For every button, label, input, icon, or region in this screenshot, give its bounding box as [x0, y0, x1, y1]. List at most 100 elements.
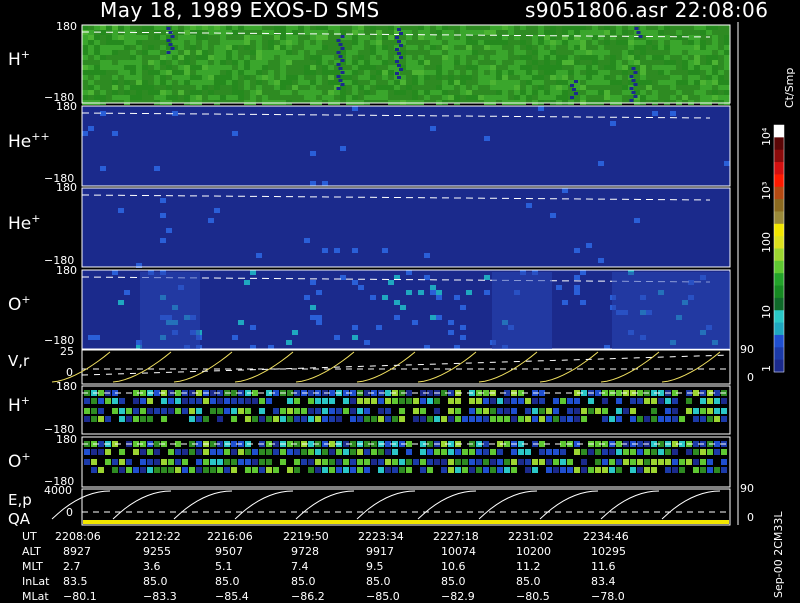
h-pitch-cell [581, 416, 587, 422]
h-pitch-cell [511, 416, 517, 422]
spectrogram-cell [484, 80, 490, 85]
spectrogram-cell [526, 65, 532, 70]
spectrogram-cell [616, 30, 622, 35]
spectrogram-cell [184, 80, 190, 85]
spectrogram-cell [316, 290, 322, 295]
spectrogram-cell [616, 40, 622, 45]
spectrogram-cell [652, 30, 658, 35]
spectrogram-cell [556, 40, 562, 45]
h-plus-streak [399, 44, 403, 47]
o-pitch-cell [224, 449, 230, 455]
right-tick-bottom: 0 [747, 511, 754, 524]
spectrogram-cell [106, 45, 112, 50]
spectrogram-cell [112, 131, 118, 136]
spectrogram-cell [574, 275, 580, 280]
spectrogram-cell [676, 35, 682, 40]
ephemeris-value: 11.6 [591, 560, 616, 573]
spectrogram-cell [298, 80, 304, 85]
spectrogram-cell [82, 35, 88, 40]
spectrogram-cell [640, 40, 646, 45]
spectrogram-cell [268, 75, 274, 80]
o-pitch-cell [280, 459, 286, 465]
ephemeris-value: 9917 [366, 545, 394, 558]
spectrogram-cell [232, 335, 238, 340]
spectrogram-cell [382, 45, 388, 50]
spectrogram-cell [280, 40, 286, 45]
spectrogram-cell [466, 40, 472, 45]
spectrogram-cell [118, 35, 124, 40]
spectrogram-cell [232, 90, 238, 95]
spectrogram-cell [628, 45, 634, 50]
spectrogram-cell [496, 25, 502, 30]
spectrogram-cell [328, 25, 334, 30]
o-pitch-cell [651, 449, 657, 455]
ephemeris-value: 3.6 [143, 560, 161, 573]
spectrogram-cell [418, 75, 424, 80]
spectrogram-cell [448, 50, 454, 55]
h-pitch-cell [560, 398, 566, 404]
o-pitch-cell [469, 459, 475, 465]
h-pitch-cell [287, 398, 293, 404]
spectrogram-cell [574, 65, 580, 70]
spectrogram-cell [556, 60, 562, 65]
spectrogram-cell [706, 85, 712, 90]
spectrogram-cell [214, 95, 220, 100]
h-plus-streak [170, 47, 175, 50]
spectrogram-cell [550, 65, 556, 70]
spectrogram-cell [94, 75, 100, 80]
o-pitch-cell [399, 467, 405, 473]
h-pitch-cell [651, 416, 657, 422]
o-pitch-cell [175, 449, 181, 455]
colorbar-tick: 10 [760, 305, 773, 319]
spectrogram-cell [112, 85, 118, 90]
spectrogram-cell [556, 95, 562, 100]
h-pitch-cell [154, 408, 160, 414]
h-pitch-cell [518, 416, 524, 422]
spectrogram-cell [250, 325, 256, 330]
spectrogram-cell [538, 55, 544, 60]
h-pitch-cell [119, 408, 125, 414]
spectrogram-cell [160, 238, 166, 243]
h-pitch-cell [504, 408, 510, 414]
spectrogram-cell [106, 60, 112, 65]
spectrogram-cell [442, 95, 448, 100]
spectrogram-cell [514, 90, 520, 95]
spectrogram-cell [118, 60, 124, 65]
spectrogram-cell [484, 95, 490, 100]
spectrogram-cell [616, 95, 622, 100]
spectrogram-cell [442, 35, 448, 40]
o-pitch-cell [525, 467, 531, 473]
spectrogram-cell [142, 25, 148, 30]
o-pitch-cell [105, 459, 111, 465]
spectrogram-cell [466, 65, 472, 70]
h-pitch-cell [707, 398, 713, 404]
o-pitch-cell [497, 449, 503, 455]
h-plus-streak [340, 59, 345, 62]
spectrogram-cell [250, 90, 256, 95]
h-pitch-cell [602, 416, 608, 422]
spectrogram-cell [394, 300, 400, 305]
spectrogram-cell [448, 60, 454, 65]
spectrogram-cell [412, 60, 418, 65]
spectrogram-cell [664, 70, 670, 75]
right-tick-top: 90 [740, 343, 754, 356]
spectrogram-cell [694, 45, 700, 50]
ephemeris-value: 83.5 [63, 575, 88, 588]
spectrogram-cell [484, 136, 490, 141]
ephemeris-value: 85.0 [441, 575, 466, 588]
spectrogram-cell [478, 75, 484, 80]
o-pitch-cell [266, 459, 272, 465]
spectrogram-cell [298, 75, 304, 80]
spectrogram-cell [160, 35, 166, 40]
spectrogram-cell [706, 75, 712, 80]
o-pitch-cell [693, 449, 699, 455]
spectrogram-cell [148, 50, 154, 55]
h-pitch-cell [567, 408, 573, 414]
spectrogram-cell [658, 45, 664, 50]
o-pitch-cell [252, 449, 258, 455]
spectrogram-cell [382, 55, 388, 60]
spectrogram-cell [376, 325, 382, 330]
spectrogram-cell [202, 45, 208, 50]
ephemeris-value: 9255 [143, 545, 171, 558]
spectrogram-cell [376, 40, 382, 45]
